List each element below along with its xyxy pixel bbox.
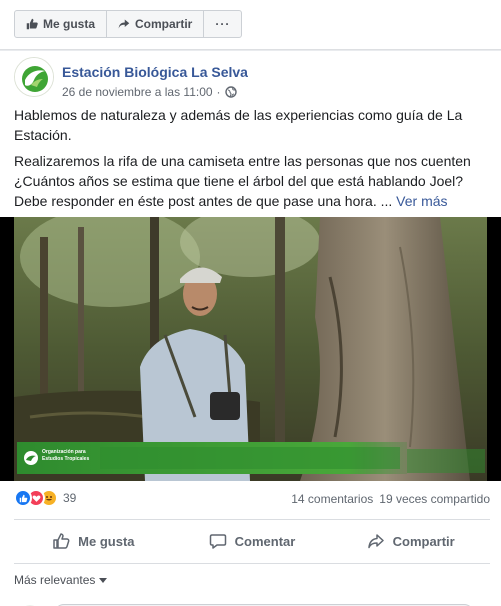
post-meta: 26 de noviembre a las 11:00 ·: [62, 85, 237, 99]
post-paragraph-2: Realizaremos la rifa de una camiseta ent…: [14, 151, 484, 211]
post-header: Estación Biológica La Selva 26 de noviem…: [14, 57, 484, 101]
video-player[interactable]: Organización para Estudios Tropicales: [0, 217, 501, 481]
org-line-1: Organización para: [42, 449, 86, 455]
comment-sort-dropdown[interactable]: Más relevantes: [14, 573, 108, 587]
page-avatar[interactable]: [14, 57, 54, 97]
post-text: Hablemos de naturaleza y además de las e…: [14, 105, 484, 217]
post-counts: 39 14 comentarios 19 veces compartido: [14, 489, 490, 511]
comment-preview: [14, 596, 490, 606]
comment-button-label: Comentar: [234, 533, 296, 549]
page-share-button[interactable]: Compartir: [107, 11, 205, 37]
shares-count-link[interactable]: 19 veces compartido: [379, 492, 490, 506]
video-lower-third: Organización para Estudios Tropicales: [17, 442, 407, 474]
commenter-avatar: [25, 605, 35, 606]
like-button-label: Me gusta: [78, 533, 135, 549]
post-timestamp[interactable]: 26 de noviembre a las 11:00: [62, 85, 213, 99]
share-button-label: Compartir: [392, 533, 455, 549]
page-name-link[interactable]: Estación Biológica La Selva: [62, 64, 248, 80]
comments-count-link[interactable]: 14 comentarios: [291, 492, 373, 506]
reaction-count: 39: [63, 491, 77, 505]
la-selva-logo-icon: [15, 58, 53, 96]
post-action-bar: Me gusta Comentar Compartir: [14, 524, 490, 558]
page-like-label: Me gusta: [43, 17, 96, 31]
like-reaction-icon: [14, 489, 32, 507]
counts-right: 14 comentarios 19 veces compartido: [291, 492, 490, 506]
more-dots-icon: ···: [215, 17, 231, 31]
meta-separator: ·: [216, 85, 221, 99]
comment-button[interactable]: Comentar: [173, 524, 332, 558]
org-line-2: Estudios Tropicales: [42, 456, 90, 462]
post-paragraph-1: Hablemos de naturaleza y además de las e…: [14, 107, 463, 143]
post-ellipsis: ...: [380, 193, 393, 209]
caret-down-icon: [99, 577, 108, 583]
share-arrow-outline-icon: [367, 534, 384, 549]
share-button[interactable]: Compartir: [331, 524, 490, 558]
page-like-button[interactable]: Me gusta: [15, 11, 108, 37]
page-action-group: Me gusta Compartir ···: [14, 10, 243, 38]
thumbs-up-icon: [26, 18, 38, 30]
divider-top: [14, 519, 490, 520]
globe-icon[interactable]: [224, 86, 237, 98]
sort-label: Más relevantes: [14, 573, 96, 587]
page-action-bar: Me gusta Compartir ···: [0, 0, 501, 50]
thumbs-up-outline-icon: [53, 533, 70, 549]
page-more-button[interactable]: ···: [204, 11, 241, 37]
page-share-label: Compartir: [135, 17, 193, 31]
see-more-link[interactable]: Ver más: [396, 193, 447, 209]
reaction-summary[interactable]: 39: [14, 489, 76, 507]
like-button[interactable]: Me gusta: [14, 524, 173, 558]
comment-bubble-icon: [209, 534, 226, 549]
post-card: Estación Biológica La Selva 26 de noviem…: [0, 51, 501, 606]
divider-bottom: [14, 563, 490, 564]
share-arrow-icon: [118, 19, 130, 29]
